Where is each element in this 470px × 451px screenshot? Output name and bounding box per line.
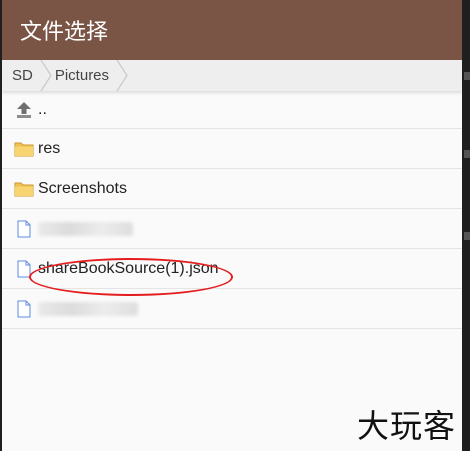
up-arrow-icon	[14, 100, 34, 120]
dialog-title: 文件选择	[20, 20, 109, 45]
folder-icon	[14, 179, 34, 199]
breadcrumb-label: Pictures	[54, 67, 110, 84]
breadcrumb-item-sd[interactable]: SD	[2, 60, 39, 91]
list-item-folder[interactable]: res	[2, 129, 462, 169]
list-item-file[interactable]	[2, 289, 462, 329]
file-name: Screenshots	[38, 179, 127, 197]
file-name: ..	[38, 100, 47, 118]
breadcrumb: SD Pictures	[2, 60, 462, 91]
file-name: res	[38, 139, 61, 157]
list-item-file[interactable]: shareBookSource(1).json	[2, 249, 462, 289]
dialog-title-bar: 文件选择	[2, 0, 462, 60]
background-edge-mark	[464, 232, 470, 240]
breadcrumb-separator-icon	[40, 60, 52, 91]
file-icon	[14, 299, 34, 319]
list-item-folder[interactable]: Screenshots	[2, 169, 462, 209]
list-item-parent-directory[interactable]: ..	[2, 91, 462, 129]
file-list: .. res Screenshots shareBookSource(1).js…	[2, 91, 462, 329]
watermark: 大玩客	[356, 407, 456, 445]
breadcrumb-item-pictures[interactable]: Pictures	[53, 60, 115, 91]
breadcrumb-label: SD	[12, 67, 33, 84]
background-edge-mark	[464, 72, 470, 80]
file-icon	[14, 219, 34, 239]
list-item-file[interactable]	[2, 209, 462, 249]
background-edge-mark	[464, 150, 470, 158]
file-chooser-dialog: 文件选择 SD Pictures .. res Screenshots shar…	[2, 0, 462, 451]
redacted-file-name	[38, 221, 133, 236]
file-name: shareBookSource(1).json	[38, 259, 219, 277]
redacted-file-name	[38, 301, 138, 316]
breadcrumb-separator-icon	[116, 60, 128, 91]
file-icon	[14, 259, 34, 279]
folder-icon	[14, 139, 34, 159]
